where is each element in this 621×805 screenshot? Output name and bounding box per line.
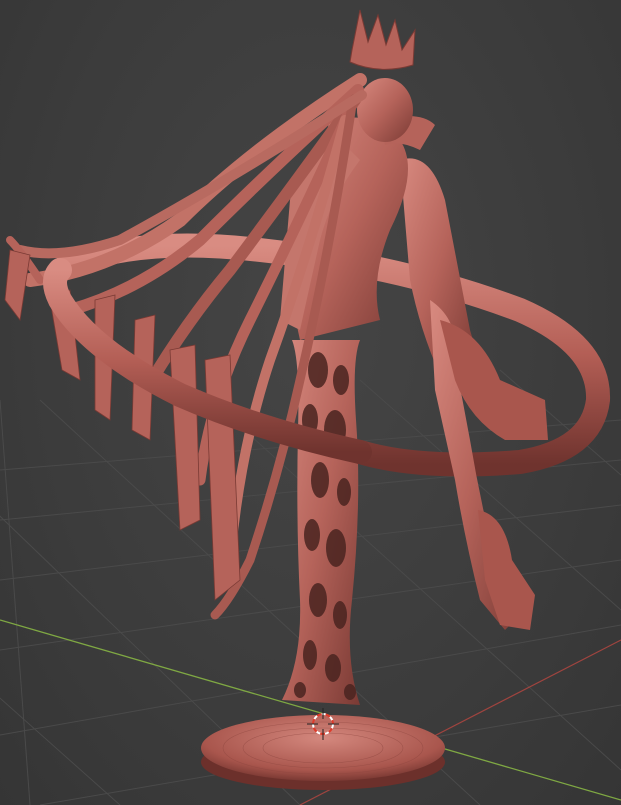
boot-lower (478, 510, 535, 630)
model-base[interactable] (201, 715, 445, 790)
model-legs[interactable] (400, 158, 548, 630)
3d-viewport[interactable] (0, 0, 621, 805)
viewport-scene[interactable] (0, 0, 621, 805)
crown (349, 9, 416, 70)
